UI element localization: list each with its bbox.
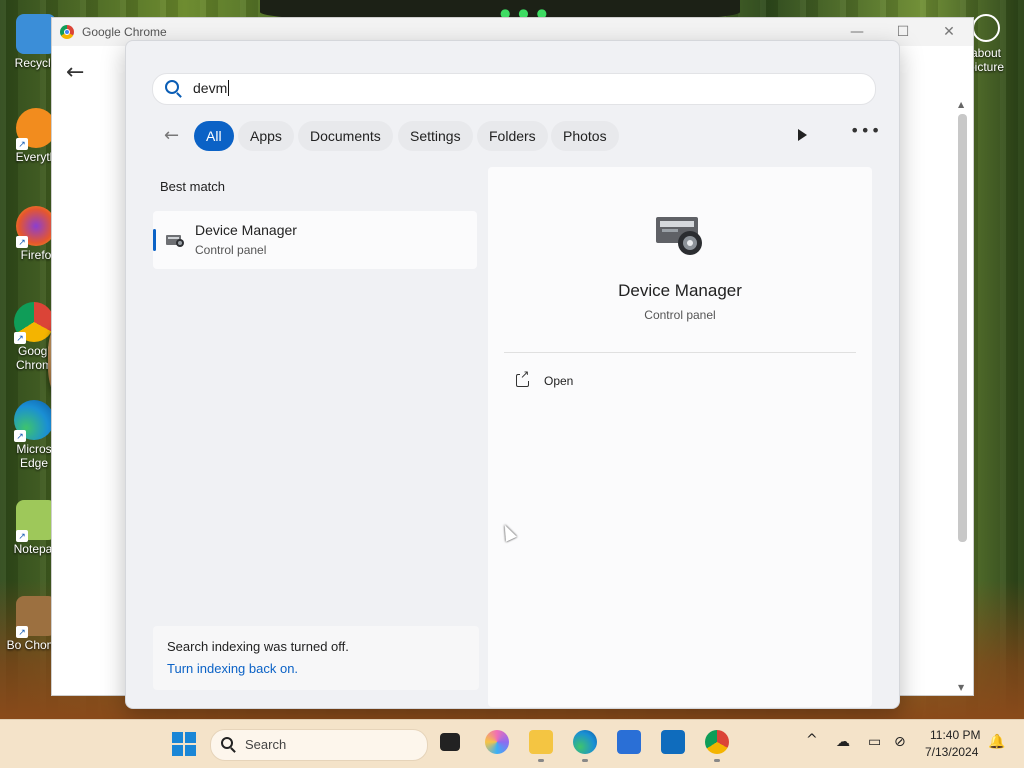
- result-title: Device Manager: [195, 222, 297, 238]
- turn-indexing-on-link[interactable]: Turn indexing back on.: [167, 661, 298, 676]
- filter-back-icon[interactable]: ←: [164, 125, 179, 146]
- file-explorer-icon[interactable]: [529, 730, 553, 754]
- indexing-notice: Search indexing was turned off. Turn ind…: [153, 626, 479, 690]
- play-icon[interactable]: [798, 129, 807, 141]
- running-indicator: [714, 759, 720, 762]
- chrome-icon[interactable]: [705, 730, 729, 754]
- task-view-icon[interactable]: [440, 733, 460, 751]
- filter-all[interactable]: All: [194, 121, 234, 151]
- running-indicator: [538, 759, 544, 762]
- device-manager-icon: [166, 235, 184, 247]
- windows-logo-icon: [185, 732, 196, 743]
- network-icon[interactable]: ⊘: [894, 734, 906, 750]
- result-subtitle: Control panel: [195, 243, 267, 257]
- taskbar-search[interactable]: Search: [210, 729, 428, 761]
- more-options-icon[interactable]: •••: [850, 121, 881, 140]
- firefox-icon: ↗: [16, 206, 56, 248]
- recycle-bin-icon: [16, 14, 56, 54]
- open-external-icon: [516, 368, 530, 387]
- shortcut-arrow-icon: ↗: [16, 626, 28, 638]
- info-icon: [972, 14, 1000, 42]
- edge-icon: ↗: [14, 400, 54, 442]
- shortcut-arrow-icon: ↗: [16, 138, 28, 150]
- taskbar-search-label: Search: [245, 737, 287, 752]
- text-caret: [228, 80, 230, 96]
- running-indicator: [582, 759, 588, 762]
- preview-subtitle: Control panel: [644, 308, 716, 322]
- filter-documents[interactable]: Documents: [298, 121, 393, 151]
- clock-date[interactable]: 7/13/2024: [925, 745, 978, 759]
- display-icon[interactable]: ▭: [868, 734, 881, 750]
- shortcut-arrow-icon: ↗: [14, 332, 26, 344]
- windows-logo-icon: [172, 745, 183, 756]
- search-icon: [221, 737, 233, 749]
- minimize-button[interactable]: —: [842, 22, 872, 42]
- windows-logo-icon: [172, 732, 183, 743]
- preview-divider: [504, 352, 856, 353]
- indexing-notice-text: Search indexing was turned off.: [167, 639, 349, 654]
- filter-settings[interactable]: Settings: [398, 121, 473, 151]
- everything-icon: ↗: [16, 108, 56, 150]
- start-button[interactable]: [172, 732, 196, 756]
- search-icon: [165, 80, 179, 94]
- scroll-down-icon[interactable]: ▼: [958, 683, 964, 692]
- chrome-icon: ↗: [14, 302, 54, 344]
- shortcut-arrow-icon: ↗: [14, 430, 26, 442]
- onedrive-warning-icon[interactable]: ☁: [836, 734, 850, 750]
- open-label: Open: [544, 374, 574, 388]
- notepad-icon: ↗: [16, 500, 56, 542]
- search-query[interactable]: devm: [193, 80, 230, 96]
- back-arrow-icon[interactable]: ←: [66, 60, 84, 85]
- outlook-icon[interactable]: [661, 730, 685, 754]
- chrome-logo-icon: [60, 25, 74, 39]
- selection-indicator: [153, 229, 156, 251]
- close-button[interactable]: ✕: [934, 22, 964, 42]
- scroll-thumb[interactable]: [958, 114, 967, 542]
- windows-logo-icon: [185, 745, 196, 756]
- maximize-button[interactable]: ☐: [888, 22, 918, 42]
- preview-title: Device Manager: [618, 281, 742, 300]
- copilot-icon[interactable]: [485, 730, 509, 754]
- filter-folders[interactable]: Folders: [477, 121, 548, 151]
- start-search-panel: devm ← All Apps Documents Settings Folde…: [125, 40, 900, 709]
- page-scrollbar[interactable]: ▲ ▼: [955, 98, 969, 694]
- show-hidden-icons-chevron[interactable]: ^: [806, 732, 818, 748]
- best-match-heading: Best match: [160, 179, 226, 194]
- notifications-icon[interactable]: 🔔: [988, 734, 1005, 750]
- edge-icon[interactable]: [573, 730, 597, 754]
- taskbar: Search ^ ☁ ▭ ⊘ 11:40 PM 7/13/2024 🔔: [0, 719, 1024, 768]
- best-match-result[interactable]: Device Manager Control panel: [153, 211, 477, 269]
- chomik-icon: ↗: [16, 596, 56, 638]
- filter-photos[interactable]: Photos: [551, 121, 619, 151]
- clock-time[interactable]: 11:40 PM: [930, 728, 980, 742]
- microsoft-store-icon[interactable]: [617, 730, 641, 754]
- scroll-up-icon[interactable]: ▲: [958, 100, 964, 109]
- chrome-title: Google Chrome: [82, 25, 167, 39]
- device-manager-large-icon: [656, 217, 702, 255]
- search-input[interactable]: devm: [152, 73, 876, 105]
- filter-apps[interactable]: Apps: [238, 121, 294, 151]
- shortcut-arrow-icon: ↗: [16, 236, 28, 248]
- result-preview-pane: Device Manager Control panel Open: [488, 167, 872, 707]
- shortcut-arrow-icon: ↗: [16, 530, 28, 542]
